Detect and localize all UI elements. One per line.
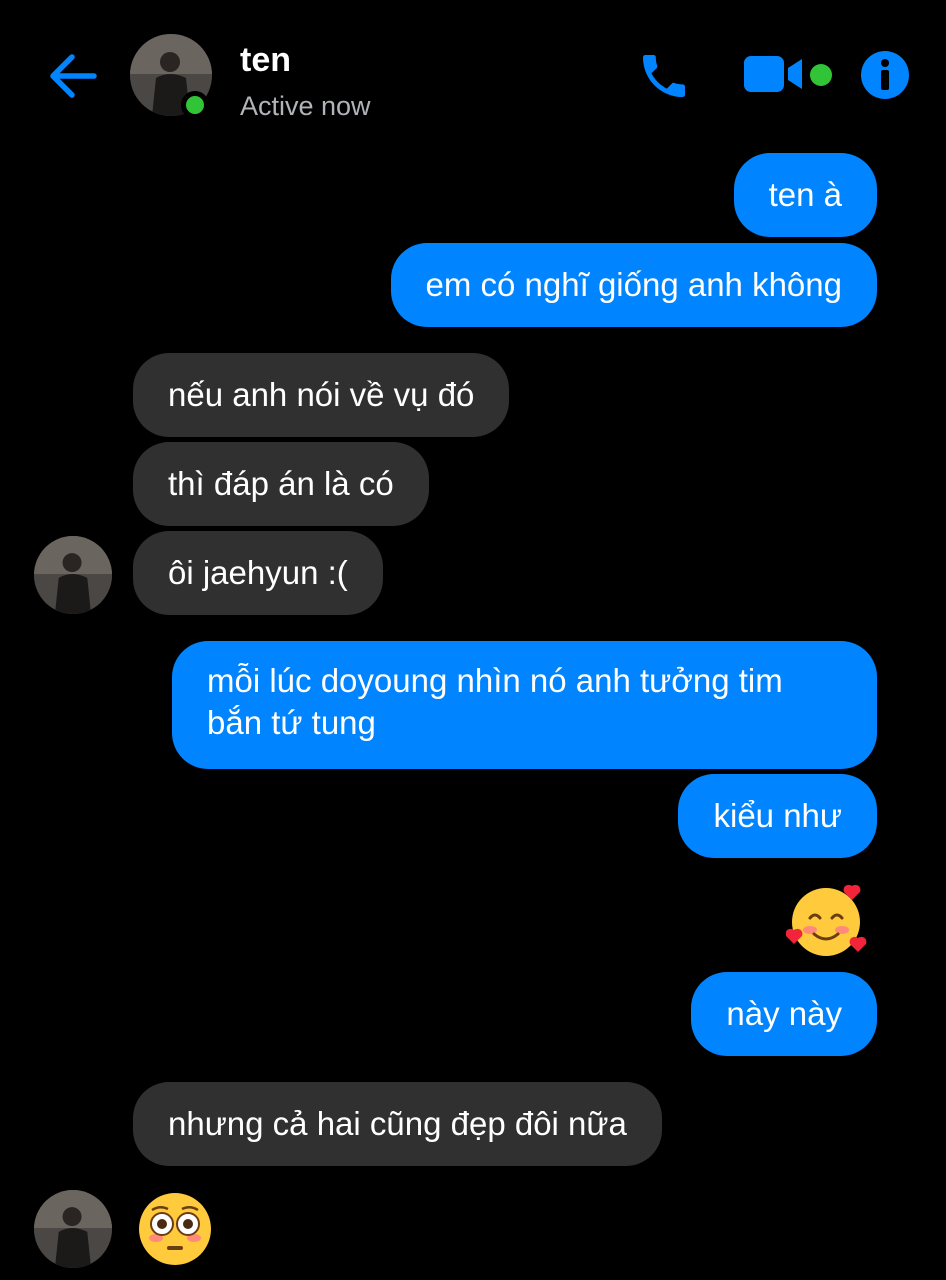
sender-avatar[interactable] [34, 1190, 112, 1268]
message-text: kiểu như [713, 797, 842, 834]
message-text: ten à [768, 176, 842, 213]
message-bubble-incoming[interactable]: nếu anh nói về vụ đó [133, 353, 510, 437]
message-text: mỗi lúc doyoung nhìn nó anh tưởng tim bắ… [207, 662, 783, 741]
message-bubble-outgoing[interactable]: mỗi lúc doyoung nhìn nó anh tưởng tim bắ… [172, 641, 877, 769]
smiling-face-with-hearts-icon [785, 884, 867, 956]
online-status-dot [181, 91, 209, 119]
message-text: thì đáp án là có [168, 465, 394, 502]
message-bubble-incoming[interactable]: ôi jaehyun :( [133, 531, 383, 615]
back-arrow-icon [50, 54, 97, 98]
emoji-message[interactable] [785, 884, 870, 965]
message-bubble-outgoing[interactable]: em có nghĩ giống anh không [390, 243, 877, 327]
video-camera-icon [744, 56, 802, 92]
video-call-button[interactable] [744, 54, 804, 94]
avatar-photo [34, 1190, 112, 1268]
emoji-message[interactable] [136, 1190, 214, 1273]
phone-icon [643, 55, 685, 97]
sender-avatar[interactable] [34, 536, 112, 614]
info-icon [861, 51, 909, 99]
message-text: em có nghĩ giống anh không [425, 266, 842, 303]
avatar-photo [34, 536, 112, 614]
message-text: nếu anh nói về vụ đó [168, 376, 475, 413]
contact-name[interactable]: ten [240, 38, 291, 82]
back-button[interactable] [46, 52, 98, 100]
message-bubble-incoming[interactable]: nhưng cả hai cũng đẹp đôi nữa [133, 1082, 662, 1166]
video-active-dot [810, 64, 832, 86]
message-bubble-outgoing[interactable]: kiểu như [678, 774, 877, 858]
flushed-face-icon [139, 1193, 211, 1265]
message-bubble-outgoing[interactable]: ten à [733, 153, 877, 237]
message-bubble-incoming[interactable]: thì đáp án là có [133, 442, 429, 526]
call-button[interactable] [636, 48, 692, 104]
active-status: Active now [240, 91, 371, 121]
message-text: nhưng cả hai cũng đẹp đôi nữa [168, 1105, 627, 1142]
info-button[interactable] [860, 50, 910, 100]
message-text: ôi jaehyun :( [168, 554, 348, 591]
message-bubble-outgoing[interactable]: này này [691, 972, 877, 1056]
message-text: này này [726, 995, 842, 1032]
